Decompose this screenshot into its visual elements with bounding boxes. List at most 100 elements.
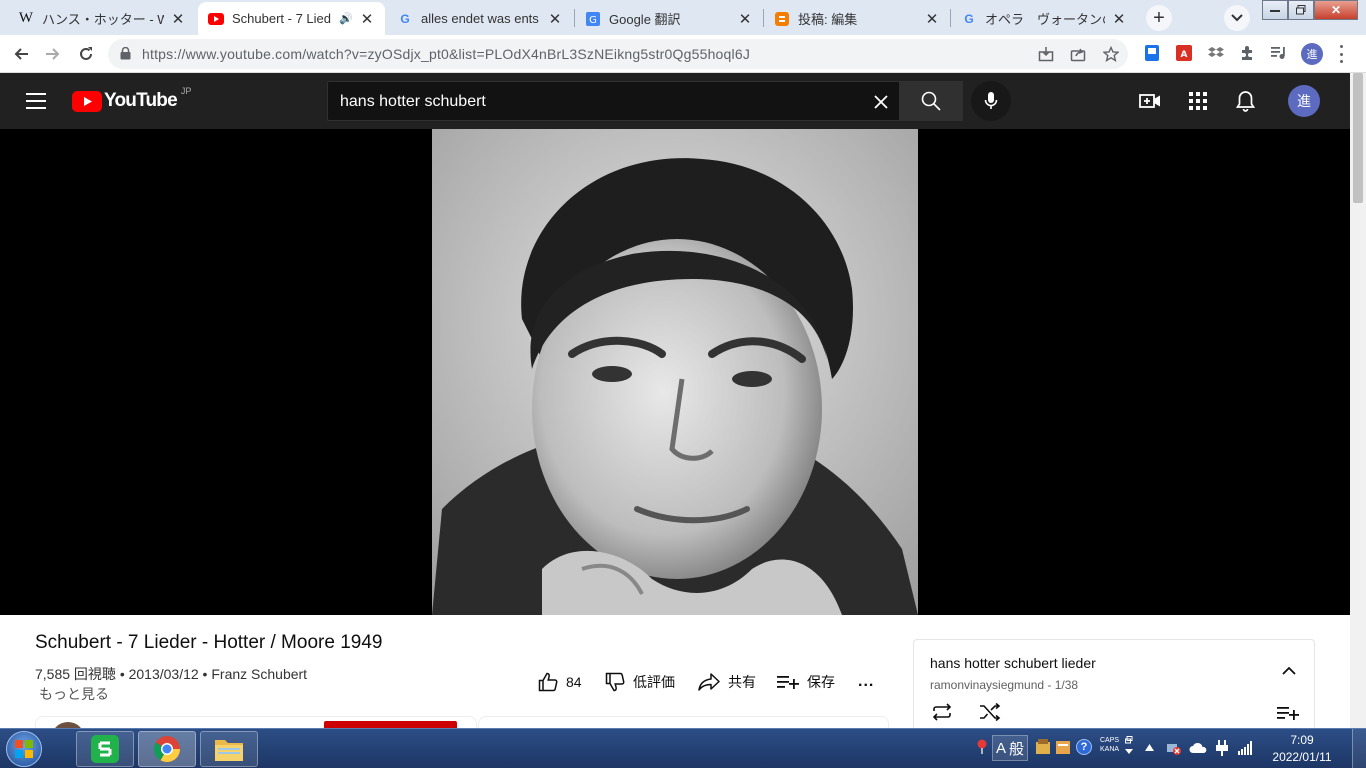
lock-icon[interactable] [120, 47, 131, 60]
ime-indicator[interactable]: A 般 [992, 735, 1029, 761]
menu-dot [1339, 52, 1343, 56]
minimize-window-button[interactable] [1262, 0, 1288, 20]
close-tab-icon[interactable]: ✕ [170, 10, 186, 28]
search-input[interactable]: hans hotter schubert [327, 81, 900, 121]
address-bar[interactable]: https://www.youtube.com/watch?v=zyOSdjx_… [108, 39, 1128, 69]
playlist-panel: hans hotter schubert lieder ramonvinaysi… [913, 639, 1315, 739]
menu-dot [1339, 45, 1343, 48]
apps-grid-icon[interactable] [1189, 92, 1207, 110]
loop-icon[interactable] [930, 703, 954, 721]
taskbar-app-spreadsheet[interactable] [76, 731, 134, 767]
close-tab-icon[interactable]: ✕ [359, 10, 375, 28]
tab-title: alles endet was ents [421, 11, 539, 26]
more-actions-button[interactable]: ... [858, 670, 874, 694]
playlist-add-icon [777, 676, 799, 689]
youtube-wordmark: YouTube [104, 90, 178, 111]
chevron-up-icon[interactable] [1282, 666, 1296, 675]
video-player[interactable] [0, 129, 1350, 615]
media-control-icon[interactable] [1270, 44, 1288, 62]
audio-playing-icon[interactable]: 🔊 [339, 12, 353, 25]
share-button[interactable]: 共有 [698, 670, 756, 694]
taskbar-app-explorer[interactable] [200, 731, 258, 767]
close-tab-icon[interactable]: ✕ [924, 10, 940, 28]
tab-youtube-active[interactable]: Schubert - 7 Lied 🔊 ✕ [198, 2, 385, 35]
page-scrollbar[interactable] [1350, 73, 1366, 728]
restore-small-icon[interactable] [1125, 736, 1133, 744]
tab-title: 投稿: 編集 [798, 12, 858, 27]
search-button[interactable] [899, 81, 963, 121]
start-button[interactable] [6, 731, 42, 767]
google-icon: G [400, 11, 410, 26]
show-hidden-icons-chevron-up-icon[interactable] [1145, 744, 1154, 751]
chevron-down-icon[interactable] [1125, 749, 1133, 755]
google-translate-icon: G [585, 11, 601, 27]
ime-mode: A [996, 739, 1007, 757]
ime-help-icon[interactable]: ? [1076, 739, 1092, 755]
scrollbar-thumb[interactable] [1353, 73, 1363, 203]
show-more-link[interactable]: もっと見る [39, 684, 109, 704]
pin-tray-icon[interactable] [975, 739, 989, 755]
share-label: 共有 [728, 674, 756, 690]
pdf-extension-icon[interactable]: A [1175, 44, 1193, 62]
chrome-menu-button[interactable] [1338, 45, 1344, 63]
playlist-add-icon[interactable] [1277, 705, 1299, 721]
share-icon[interactable] [1070, 46, 1086, 62]
voice-search-button[interactable] [971, 81, 1011, 121]
forward-button[interactable] [40, 41, 66, 67]
ime-dictionary-icon[interactable] [1055, 738, 1071, 756]
reload-icon [80, 47, 92, 60]
tab-search-button[interactable] [1224, 5, 1250, 31]
hamburger-menu-icon[interactable] [26, 93, 46, 109]
thumbs-down-icon [605, 672, 625, 692]
restore-window-button[interactable] [1288, 0, 1314, 20]
close-window-button[interactable]: ✕ [1314, 0, 1358, 20]
ime-label: 般 [1009, 740, 1025, 758]
install-app-icon[interactable] [1038, 46, 1054, 62]
show-desktop-button[interactable] [1352, 729, 1366, 769]
dislike-button[interactable]: 低評価 [605, 670, 675, 694]
tab-blogger[interactable]: 投稿: 編集 ✕ [764, 2, 950, 35]
close-tab-icon[interactable]: ✕ [1111, 10, 1127, 28]
tab-google-opera[interactable]: G オペラ ヴォータンの ✕ [951, 2, 1137, 35]
system-clock[interactable]: 7:09 2022/01/11 [1266, 732, 1338, 766]
network-error-icon[interactable] [1165, 740, 1181, 756]
save-button[interactable]: 保存 [777, 670, 835, 694]
onedrive-cloud-icon[interactable] [1189, 742, 1207, 754]
like-button[interactable]: 84 [538, 670, 582, 694]
extensions-puzzle-icon[interactable] [1238, 44, 1256, 62]
search-icon [921, 91, 941, 111]
svg-text:G: G [589, 15, 597, 26]
new-tab-button[interactable]: + [1146, 5, 1172, 31]
back-button[interactable] [8, 41, 34, 67]
dropbox-extension-icon[interactable] [1207, 44, 1225, 62]
tab-title: ハンス・ホッター - W [42, 12, 164, 27]
youtube-header: YouTube JP hans hotter schubert 進 [0, 73, 1350, 129]
windows-taskbar: A 般 ? CAPS KANA 7:09 2022/01/11 [0, 728, 1366, 769]
close-tab-icon[interactable]: ✕ [547, 10, 563, 28]
reload-button[interactable] [73, 41, 99, 67]
youtube-logo[interactable]: YouTube JP [72, 86, 191, 112]
caps-kana-indicator[interactable]: CAPS KANA [1100, 736, 1119, 754]
google-icon: G [964, 11, 974, 26]
taskbar-app-chrome[interactable] [138, 731, 196, 767]
notifications-bell-icon[interactable] [1236, 90, 1255, 112]
shuffle-icon[interactable] [978, 703, 1002, 721]
account-avatar[interactable]: 進 [1288, 85, 1320, 117]
ime-tool-icon[interactable] [1035, 738, 1051, 756]
bookmark-star-icon[interactable] [1103, 46, 1119, 62]
close-tab-icon[interactable]: ✕ [737, 10, 753, 28]
tab-wikipedia[interactable]: W ハンス・ホッター - W ✕ [8, 2, 196, 35]
reader-extension-icon[interactable] [1143, 44, 1161, 62]
video-frame-portrait [432, 129, 918, 615]
clear-search-icon[interactable] [874, 95, 888, 109]
signal-bars-icon[interactable] [1238, 741, 1252, 755]
playlist-title[interactable]: hans hotter schubert lieder [930, 655, 1096, 671]
power-plug-icon[interactable] [1215, 739, 1229, 757]
chrome-profile-avatar[interactable]: 進 [1301, 43, 1323, 65]
tab-google-search[interactable]: G alles endet was ents ✕ [387, 2, 573, 35]
video-metadata: 7,585 回視聴 • 2013/03/12 • Franz Schubert [35, 666, 308, 682]
create-video-icon[interactable] [1139, 92, 1161, 110]
playlist-subtitle[interactable]: ramonvinaysiegmund - 1/38 [930, 678, 1078, 692]
tab-google-translate[interactable]: G Google 翻訳 ✕ [575, 2, 763, 35]
share-arrow-icon [698, 673, 720, 691]
